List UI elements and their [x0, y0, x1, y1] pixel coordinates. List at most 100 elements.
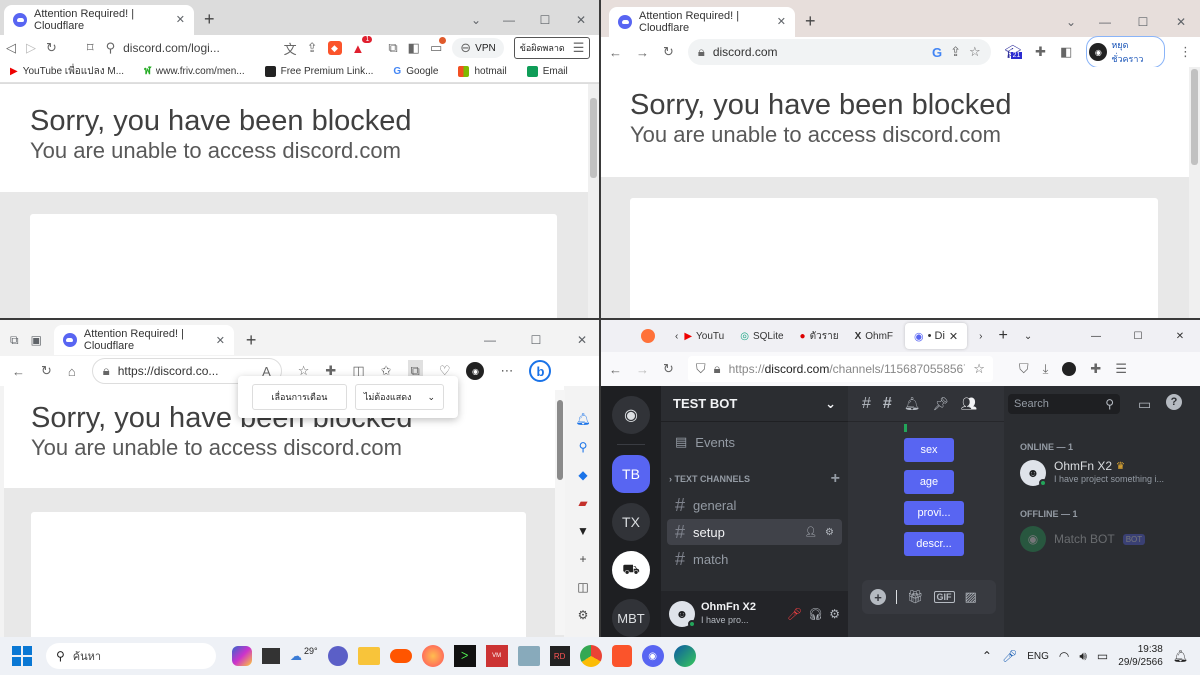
google-icon[interactable]: G — [932, 45, 942, 60]
bookmark-hotmail[interactable]: hotmail — [458, 66, 507, 77]
avatar[interactable]: ◉ — [466, 362, 485, 380]
brave-shields-icon[interactable]: ◆ — [327, 41, 342, 55]
tag-icon[interactable]: ◆ — [578, 468, 587, 482]
bookmark-google[interactable]: G Google — [393, 66, 438, 77]
chevron-down-icon[interactable]: ⌄ — [461, 13, 491, 27]
maximize-icon[interactable]: ☐ — [1122, 331, 1154, 342]
bookmark-friv[interactable]: ฬ www.friv.com/men... — [144, 64, 245, 79]
close-tab-icon[interactable]: ✕ — [949, 330, 958, 343]
battery-icon[interactable]: ▭ — [1097, 649, 1108, 663]
channel-match[interactable]: # match — [667, 546, 842, 572]
sidebar-toggle-icon[interactable]: ◫ — [577, 580, 588, 594]
chrome-icon[interactable] — [579, 645, 602, 667]
tab-error[interactable]: ● ตัวราย — [800, 329, 839, 344]
minimize-icon[interactable]: — — [1076, 331, 1116, 342]
search-box[interactable]: Search ⚲ — [1008, 394, 1120, 414]
message-input[interactable]: + 🎁︎ GIF ▨ — [862, 580, 996, 614]
profile-button[interactable]: ◉ หยุดชั่วคราว — [1086, 36, 1165, 68]
server-tx[interactable]: TX — [612, 503, 650, 541]
settings-icon[interactable]: ⚙ — [578, 608, 589, 622]
events-item[interactable]: ▤ Events — [667, 428, 842, 456]
firefox-icon[interactable] — [641, 329, 655, 343]
headphones-icon[interactable]: 🎧︎ — [808, 607, 823, 621]
tab-youtube[interactable]: ▶ YouTu — [684, 331, 724, 342]
address-bar[interactable]: 🔒︎ discord.com G ⇪ ☆ — [687, 39, 991, 65]
star-icon[interactable]: ☆ — [973, 361, 985, 377]
discord-home-icon[interactable]: ◉ — [612, 396, 650, 434]
avatar[interactable]: ☻ — [669, 601, 696, 628]
chrome-scrollbar[interactable] — [1189, 67, 1200, 318]
clock[interactable]: 19:38 29/9/2566 — [1118, 643, 1163, 669]
new-tab-icon[interactable]: + — [204, 9, 215, 30]
file-explorer-icon[interactable] — [357, 647, 380, 665]
channel-general[interactable]: # general — [667, 492, 842, 518]
button-province[interactable]: provi... — [904, 501, 964, 525]
sidebar-icon[interactable]: ◧ — [1060, 44, 1072, 60]
outlook-icon[interactable]: ▼ — [577, 524, 589, 538]
language-indicator[interactable]: ENG — [1027, 651, 1049, 662]
channel-settings-icon[interactable]: ⚙ — [825, 527, 834, 538]
tabs-left-icon[interactable]: ‹ — [675, 331, 678, 342]
upload-plus-icon[interactable]: + — [870, 589, 886, 605]
server-tb[interactable]: TB — [612, 455, 650, 493]
pocket-icon[interactable]: ⛉ — [1019, 361, 1029, 377]
new-tab-icon[interactable]: + — [805, 11, 816, 32]
button-sex[interactable]: sex — [904, 438, 954, 462]
forward-icon[interactable]: → — [636, 362, 649, 377]
dont-show-button[interactable]: ไม่ต้องแสดง ⌄ — [354, 384, 444, 410]
discord-icon[interactable]: ◉ — [641, 645, 664, 667]
weather-widget[interactable]: ☁ 29° — [290, 646, 318, 663]
member-ohmfn[interactable]: ☻ OhmFn X2 ♛ I have project something i..… — [1020, 460, 1195, 487]
site-info-icon[interactable]: ⚲ — [106, 40, 116, 56]
close-window-icon[interactable]: ✕ — [565, 333, 599, 347]
member-match-bot[interactable]: ◉ Match BOT BOT — [1020, 526, 1146, 552]
address-bar[interactable]: ⛉ 🔒︎ https://discord.com/channels/115687… — [687, 356, 993, 382]
volume-icon[interactable]: 🔊︎ — [1079, 649, 1087, 664]
gift-icon[interactable]: 🎁︎ — [907, 589, 924, 605]
user-settings-icon[interactable]: ⚙ — [829, 607, 840, 621]
tabs-right-icon[interactable]: › — [979, 331, 982, 342]
tools-icon[interactable]: ▰ — [578, 496, 587, 510]
workspaces-icon[interactable]: ⧉ — [10, 333, 19, 348]
maximize-icon[interactable]: ☐ — [527, 13, 563, 27]
sticker-icon[interactable]: ▨ — [965, 589, 977, 605]
maximize-icon[interactable]: ☐ — [1124, 15, 1162, 29]
lock-icon[interactable]: 🔒︎ — [714, 361, 721, 377]
tab-discord[interactable]: ◉ • Di ✕ — [905, 323, 968, 349]
bell-icon[interactable]: 🔔︎ — [904, 396, 921, 412]
channel-setup[interactable]: # setup 👤︎ ⚙ — [667, 519, 842, 545]
mute-icon[interactable]: 🎤︎ — [787, 607, 802, 621]
kebab-menu-icon[interactable]: ⋮ — [1179, 44, 1192, 60]
share-icon[interactable]: ⇪ — [307, 40, 318, 56]
extensions-icon[interactable]: ✚ — [1090, 361, 1101, 377]
more-icon[interactable]: ⋯ — [500, 363, 513, 379]
bookmark-premium[interactable]: Free Premium Link... — [264, 66, 373, 77]
error-button[interactable]: ข้อผิดพลาด ☰ — [513, 37, 591, 59]
close-window-icon[interactable]: ✕ — [563, 13, 599, 27]
back-icon[interactable]: ← — [12, 364, 25, 379]
star-icon[interactable]: ☆ — [969, 44, 981, 60]
server-icon[interactable]: ⛟ — [612, 551, 650, 589]
address-url[interactable]: discord.com — [713, 45, 924, 59]
chrome-tab[interactable]: Attention Required! | Cloudflare ✕ — [609, 6, 795, 37]
edge-tab[interactable]: Attention Required! | Cloudflare ✕ — [53, 325, 234, 355]
close-tab-icon[interactable]: ✕ — [176, 13, 185, 26]
search-icon[interactable]: ⚲ — [579, 440, 588, 454]
firefox-icon[interactable] — [421, 645, 444, 667]
snooze-button[interactable]: เลื่อนการเตือน — [252, 384, 347, 410]
reload-icon[interactable]: ↻ — [663, 361, 674, 377]
back-icon[interactable]: ← — [609, 362, 622, 377]
bing-icon[interactable]: b — [529, 360, 552, 382]
new-tab-icon[interactable]: + — [998, 327, 1007, 345]
back-icon[interactable]: ← — [609, 45, 622, 60]
reload-icon[interactable]: ↻ — [41, 363, 52, 379]
minimize-icon[interactable]: — — [491, 13, 527, 27]
close-tab-icon[interactable]: ✕ — [216, 334, 225, 347]
add-channel-icon[interactable]: + — [831, 470, 840, 488]
server-mbt[interactable]: MBT — [612, 599, 650, 637]
brave-scrollbar[interactable] — [588, 84, 599, 318]
monitor-icon[interactable] — [517, 646, 540, 666]
list-tabs-icon[interactable]: ⌄ — [1024, 331, 1032, 342]
minimize-icon[interactable]: — — [1086, 15, 1124, 29]
copilot-icon[interactable] — [232, 646, 252, 666]
